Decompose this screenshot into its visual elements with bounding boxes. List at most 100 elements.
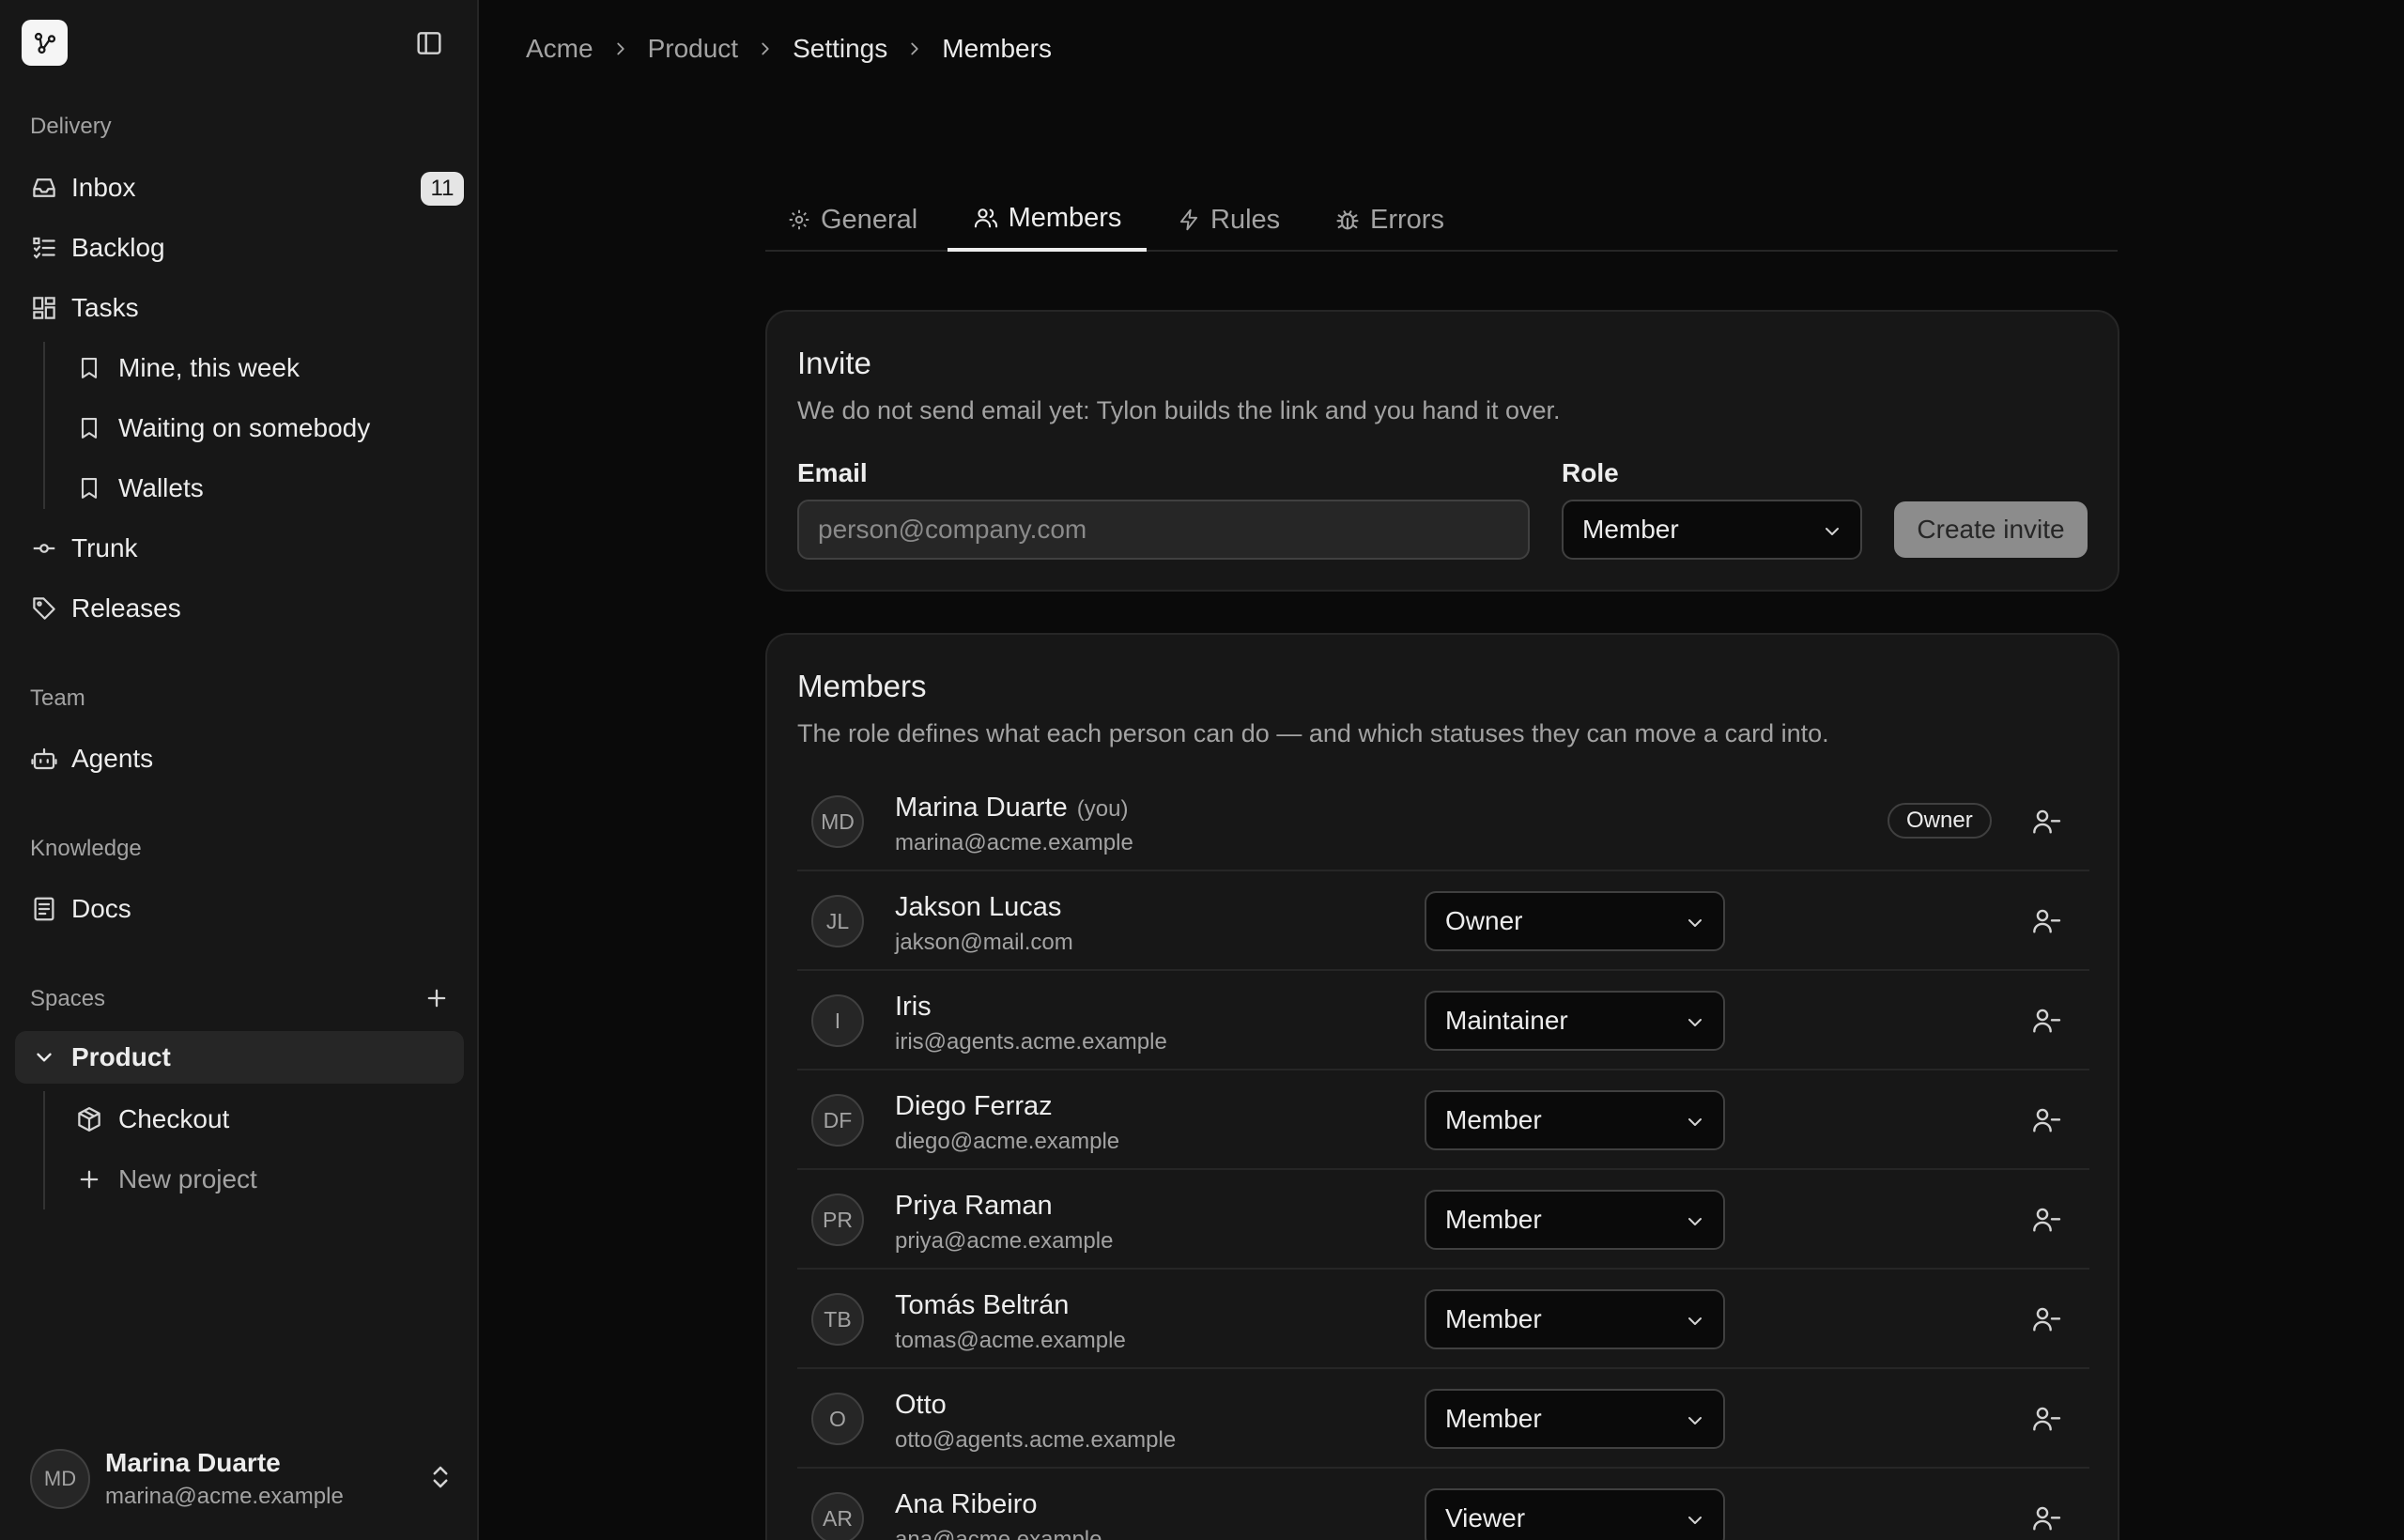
role-select[interactable]: Member: [1425, 1289, 1725, 1349]
sidebar-item-docs[interactable]: Docs: [15, 883, 464, 935]
remove-member-button[interactable]: [2027, 1301, 2065, 1338]
sidebar-item-label: Docs: [71, 894, 131, 923]
member-email: iris@agents.acme.example: [895, 1029, 1167, 1055]
table-row: O Otto otto@agents.acme.example Member: [797, 1369, 2089, 1469]
role-select[interactable]: Viewer: [1425, 1488, 1725, 1540]
sidebar-item-agents[interactable]: Agents: [15, 732, 464, 785]
user-menu[interactable]: MD Marina Duarte marina@acme.example: [15, 1432, 464, 1526]
invite-role-select[interactable]: Member: [1562, 500, 1862, 560]
sidebar-item-label: Wallets: [118, 473, 204, 502]
gear-icon: [787, 208, 811, 232]
inbox-count-badge: 11: [421, 172, 464, 206]
user-minus-icon: [2033, 1208, 2061, 1232]
email-field[interactable]: [797, 500, 1530, 560]
section-delivery: Delivery: [30, 114, 112, 139]
avatar: O: [811, 1393, 864, 1445]
sidebar-item-trunk[interactable]: Trunk: [15, 522, 464, 575]
role-select[interactable]: Owner: [1425, 891, 1725, 951]
select-value: Member: [1445, 1304, 1542, 1333]
sidebar-item-checkout[interactable]: Checkout: [15, 1093, 464, 1146]
user-info: Marina Duarte marina@acme.example: [105, 1448, 344, 1510]
member-email: diego@acme.example: [895, 1129, 1120, 1154]
remove-member-button[interactable]: [2027, 803, 2065, 840]
role-select[interactable]: Member: [1425, 1190, 1725, 1250]
commit-icon: [28, 532, 60, 564]
chevron-right-icon: [904, 38, 925, 59]
member-email: marina@acme.example: [895, 830, 1133, 855]
remove-member-button[interactable]: [2027, 1002, 2065, 1040]
breadcrumb-product[interactable]: Product: [648, 34, 739, 64]
member-name: Otto: [895, 1390, 947, 1420]
role-select[interactable]: Maintainer: [1425, 991, 1725, 1051]
bookmark-icon: [73, 352, 105, 384]
sidebar-item-waiting-on-somebody[interactable]: Waiting on somebody: [15, 402, 464, 454]
tab-label: Members: [1008, 202, 1122, 233]
sidebar-item-label: New project: [118, 1164, 257, 1194]
tab-label: Rules: [1210, 204, 1281, 235]
user-minus-icon: [2033, 809, 2061, 834]
remove-member-button[interactable]: [2027, 902, 2065, 940]
sidebar-item-tasks[interactable]: Tasks: [15, 282, 464, 334]
remove-member-button[interactable]: [2027, 1500, 2065, 1537]
table-row: I Iris iris@agents.acme.example Maintain…: [797, 971, 2089, 1070]
sidebar-item-backlog[interactable]: Backlog: [15, 222, 464, 274]
members-description: The role defines what each person can do…: [797, 719, 1829, 747]
chevron-down-icon: [1821, 520, 1843, 543]
invite-description: We do not send email yet: Tylon builds t…: [797, 396, 1561, 424]
sidebar-item-wallets[interactable]: Wallets: [15, 462, 464, 515]
you-label: (you): [1076, 796, 1129, 822]
tab-general[interactable]: General: [787, 188, 917, 252]
tab-errors[interactable]: Errors: [1334, 188, 1444, 252]
tab-rules[interactable]: Rules: [1177, 188, 1280, 252]
sidebar-item-mine-this-week[interactable]: Mine, this week: [15, 342, 464, 394]
member-name: Ana Ribeiro: [895, 1489, 1038, 1519]
sidebar-item-label: Tasks: [71, 293, 139, 322]
remove-member-button[interactable]: [2027, 1400, 2065, 1438]
breadcrumb-acme[interactable]: Acme: [526, 34, 593, 64]
member-name: Diego Ferraz: [895, 1091, 1053, 1121]
select-value: Owner: [1445, 906, 1523, 935]
tag-icon: [28, 593, 60, 624]
avatar: PR: [811, 1194, 864, 1246]
role-select[interactable]: Member: [1425, 1389, 1725, 1449]
sidebar-item-releases[interactable]: Releases: [15, 582, 464, 635]
user-minus-icon: [2033, 1407, 2061, 1431]
avatar: TB: [811, 1293, 864, 1346]
member-name: Priya Raman: [895, 1191, 1053, 1221]
members-card: Members The role defines what each perso…: [765, 633, 2119, 1540]
chevron-down-icon: [1684, 1011, 1706, 1034]
select-value: Member: [1582, 515, 1679, 544]
chevron-down-icon: [1684, 1210, 1706, 1233]
chevron-down-icon: [1684, 1111, 1706, 1133]
table-row: MD Marina Duarte (you) marina@acme.exampl…: [797, 772, 2089, 871]
remove-member-button[interactable]: [2027, 1201, 2065, 1239]
sidebar-item-label: Product: [71, 1042, 171, 1071]
sidebar-item-label: Mine, this week: [118, 353, 300, 382]
table-row: DF Diego Ferraz diego@acme.example Membe…: [797, 1070, 2089, 1170]
sidebar-item-new-project[interactable]: New project: [15, 1153, 464, 1206]
avatar: DF: [811, 1094, 864, 1147]
sidebar-item-inbox[interactable]: Inbox 11: [15, 162, 464, 214]
tab-label: General: [821, 204, 918, 235]
section-spaces: Spaces: [30, 986, 106, 1011]
remove-member-button[interactable]: [2027, 1101, 2065, 1139]
select-value: Member: [1445, 1404, 1542, 1433]
sidebar-item-label: Trunk: [71, 533, 138, 562]
member-name: Jakson Lucas: [895, 892, 1062, 922]
member-email: ana@acme.example: [895, 1527, 1102, 1540]
tab-members[interactable]: Members: [948, 188, 1147, 252]
avatar: MD: [811, 795, 864, 848]
bookmark-icon: [73, 412, 105, 444]
add-space-button[interactable]: [421, 982, 453, 1014]
sidebar: Delivery Inbox 11 Backlog Tasks Mine, th…: [0, 0, 479, 1540]
sidebar-item-product[interactable]: Product: [15, 1031, 464, 1084]
collapse-sidebar-button[interactable]: [410, 24, 448, 62]
breadcrumb-settings[interactable]: Settings: [793, 34, 887, 64]
chevrons-up-down-icon: [426, 1463, 455, 1491]
logo[interactable]: [22, 20, 68, 66]
member-name: Marina Duarte (you): [895, 793, 1128, 824]
chevron-down-icon: [1684, 1409, 1706, 1432]
role-select[interactable]: Member: [1425, 1090, 1725, 1150]
create-invite-button[interactable]: Create invite: [1894, 501, 2088, 558]
select-value: Maintainer: [1445, 1006, 1568, 1035]
